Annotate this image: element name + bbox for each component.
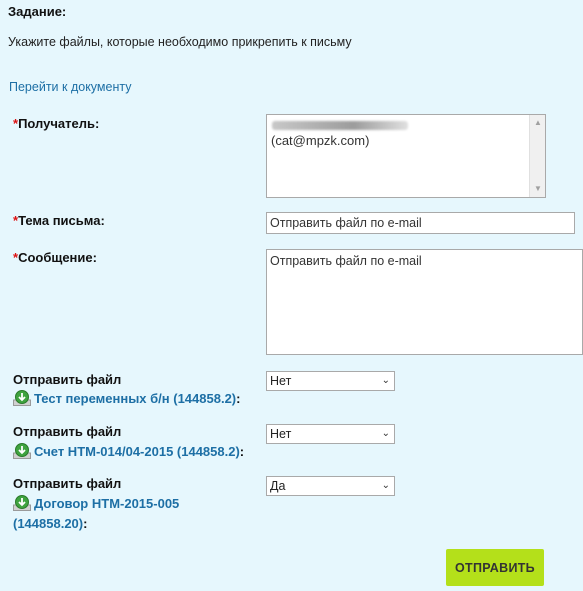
send-button[interactable]: ОТПРАВИТЬ bbox=[446, 549, 544, 586]
message-label: *Сообщение: bbox=[13, 250, 97, 265]
go-to-document-link[interactable]: Перейти к документу bbox=[9, 80, 131, 94]
chevron-down-icon: ⌄ bbox=[381, 375, 390, 386]
chevron-down-icon: ⌄ bbox=[381, 428, 390, 439]
recipient-field[interactable]: (cat@mpzk.com) ▲ ▼ bbox=[266, 114, 546, 198]
scroll-down-icon[interactable]: ▼ bbox=[530, 181, 546, 197]
scroll-up-icon[interactable]: ▲ bbox=[530, 115, 546, 131]
file-row: Счет НТМ-014/04-2015 (144858.2): bbox=[13, 443, 244, 463]
select-value: Нет bbox=[270, 374, 292, 388]
download-icon[interactable] bbox=[13, 443, 31, 463]
file-suffix: : bbox=[83, 516, 88, 531]
select-value: Да bbox=[270, 479, 286, 493]
subject-label: *Тема письма: bbox=[13, 213, 105, 228]
recipient-label-text: Получатель: bbox=[18, 116, 100, 131]
download-icon[interactable] bbox=[13, 495, 31, 515]
send-file-select[interactable]: Нет ⌄ bbox=[266, 371, 395, 391]
file-row: Тест переменных б/н (144858.2): bbox=[13, 390, 240, 410]
recipient-email: (cat@mpzk.com) bbox=[271, 133, 370, 148]
select-value: Нет bbox=[270, 427, 292, 441]
send-file-label: Отправить файл bbox=[13, 372, 122, 387]
message-textarea[interactable]: Отправить файл по e-mail bbox=[266, 249, 583, 355]
file-suffix: : bbox=[236, 391, 241, 406]
download-icon[interactable] bbox=[13, 390, 31, 410]
send-file-label: Отправить файл bbox=[13, 424, 122, 439]
send-file-select[interactable]: Нет ⌄ bbox=[266, 424, 395, 444]
send-file-label: Отправить файл bbox=[13, 476, 122, 491]
recipient-scrollbar[interactable]: ▲ ▼ bbox=[529, 115, 545, 197]
task-description: Укажите файлы, которые необходимо прикре… bbox=[8, 35, 352, 49]
file-row: Договор НТМ-2015-005 (144858.20): bbox=[13, 495, 243, 532]
message-label-text: Сообщение: bbox=[18, 250, 97, 265]
send-file-select[interactable]: Да ⌄ bbox=[266, 476, 395, 496]
file-link[interactable]: Счет НТМ-014/04-2015 (144858.2) bbox=[34, 444, 240, 459]
file-link[interactable]: Договор НТМ-2015-005 (144858.20) bbox=[13, 496, 179, 531]
file-suffix: : bbox=[239, 444, 245, 459]
file-link[interactable]: Тест переменных б/н (144858.2) bbox=[34, 391, 236, 406]
subject-input[interactable] bbox=[266, 212, 575, 234]
subject-label-text: Тема письма: bbox=[18, 213, 105, 228]
recipient-label: *Получатель: bbox=[13, 116, 99, 131]
chevron-down-icon: ⌄ bbox=[381, 480, 390, 491]
redacted-recipient-name bbox=[272, 121, 408, 130]
task-title: Задание: bbox=[8, 4, 67, 19]
